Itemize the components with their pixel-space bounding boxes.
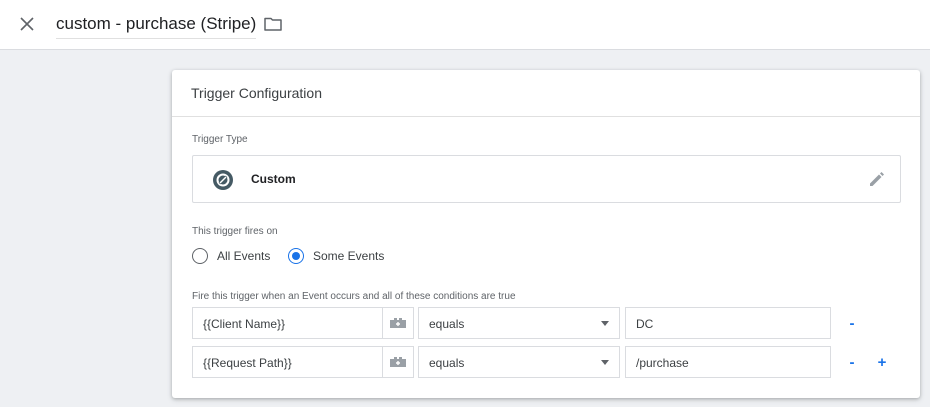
operator-value: equals — [429, 317, 465, 331]
trigger-configuration-card: Trigger Configuration Trigger Type Custo… — [172, 70, 920, 398]
card-divider — [172, 116, 920, 117]
close-icon — [20, 17, 34, 31]
remove-condition-button[interactable]: - — [842, 352, 862, 372]
variable-field[interactable]: {{Client Name}} — [192, 307, 382, 339]
trigger-name-input[interactable]: custom - purchase (Stripe) — [56, 13, 257, 39]
fires-on-label: This trigger fires on — [192, 226, 278, 237]
dropdown-arrow-icon — [601, 321, 609, 326]
remove-condition-button[interactable]: - — [842, 313, 862, 333]
variable-field[interactable]: {{Request Path}} — [192, 346, 382, 378]
radio-all-events[interactable]: All Events — [192, 246, 270, 266]
trigger-type-label: Trigger Type — [192, 134, 248, 145]
radio-circle[interactable] — [288, 248, 304, 264]
custom-trigger-icon — [213, 170, 233, 190]
editor-header: custom - purchase (Stripe) — [0, 0, 930, 50]
operator-select[interactable]: equals — [418, 346, 620, 378]
variable-icon — [390, 357, 406, 367]
radio-some-events[interactable]: Some Events — [288, 246, 384, 266]
radio-circle[interactable] — [192, 248, 208, 264]
add-condition-button[interactable]: + — [872, 352, 892, 372]
operator-select[interactable]: equals — [418, 307, 620, 339]
value-field[interactable]: DC — [625, 307, 831, 339]
close-button[interactable] — [14, 11, 40, 37]
variable-icon — [390, 318, 406, 328]
variable-picker-button[interactable] — [382, 346, 414, 378]
conditions-label: Fire this trigger when an Event occurs a… — [192, 291, 516, 302]
value-field[interactable]: /purchase — [625, 346, 831, 378]
condition-row: {{Request Path}} equals /purchase - + — [192, 346, 892, 378]
dropdown-arrow-icon — [601, 360, 609, 365]
trigger-type-selector[interactable]: Custom — [192, 155, 901, 203]
radio-label: All Events — [217, 249, 271, 263]
folder-icon — [264, 17, 282, 31]
pencil-icon[interactable] — [868, 170, 886, 188]
trigger-type-name: Custom — [251, 172, 296, 186]
condition-row: {{Client Name}} equals DC - — [192, 307, 892, 339]
variable-picker-button[interactable] — [382, 307, 414, 339]
folder-button[interactable] — [262, 14, 284, 34]
radio-label: Some Events — [313, 249, 385, 263]
operator-value: equals — [429, 356, 465, 370]
card-title: Trigger Configuration — [191, 85, 322, 101]
